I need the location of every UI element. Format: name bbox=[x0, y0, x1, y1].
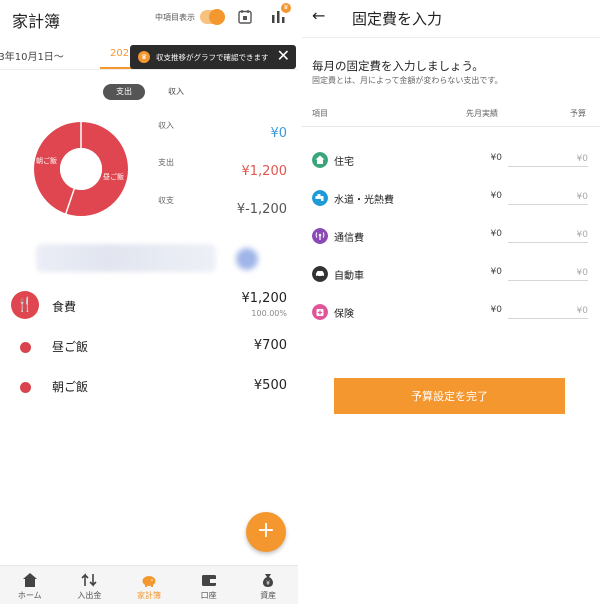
antenna-icon bbox=[312, 228, 328, 244]
category-value: ¥1,200 bbox=[241, 291, 288, 306]
income-value: ¥0 bbox=[270, 126, 287, 141]
blurred-ad-icon bbox=[236, 248, 258, 270]
toggle-knob bbox=[209, 9, 225, 25]
blurred-ad-banner bbox=[36, 244, 216, 272]
tab-income[interactable]: 収入 bbox=[161, 84, 191, 100]
close-icon[interactable]: ✕ bbox=[277, 47, 290, 65]
nav-transactions[interactable]: 入出金 bbox=[60, 566, 120, 604]
home-icon bbox=[22, 573, 37, 587]
budget-input-telecom[interactable] bbox=[508, 227, 588, 243]
add-entry-button[interactable]: + bbox=[246, 512, 286, 552]
household-book-panel: 家計簿 中項目表示 ♛ 23年10月1日〜 2023 ♛ 収支推移がグラフ bbox=[0, 0, 298, 604]
category-value: ¥500 bbox=[253, 378, 287, 393]
budget-input-housing[interactable] bbox=[508, 151, 588, 167]
budget-input-car[interactable] bbox=[508, 265, 588, 281]
fixed-cost-row-car: 自動車 ¥0 bbox=[302, 265, 600, 292]
nav-label: 入出金 bbox=[77, 591, 102, 600]
category-name: 昼ご飯 bbox=[52, 340, 89, 354]
fixed-cost-row-telecom: 通信費 ¥0 bbox=[302, 227, 600, 254]
house-icon bbox=[312, 152, 328, 168]
category-value: ¥700 bbox=[253, 338, 287, 353]
money-bag-icon: ¥ bbox=[263, 574, 274, 587]
category-row-breakfast[interactable]: 朝ご飯 ¥500 bbox=[0, 378, 298, 412]
prev-month-value: ¥0 bbox=[490, 229, 502, 239]
fixed-cost-panel: ← 固定費を入力 毎月の固定費を入力しましょう。 固定費とは、月によって金額が変… bbox=[302, 0, 600, 604]
page-title: 固定費を入力 bbox=[352, 10, 443, 28]
expense-donut-chart[interactable] bbox=[32, 120, 130, 218]
fixed-cost-row-utilities: 水道・光熱費 ¥0 bbox=[302, 189, 600, 216]
faucet-icon bbox=[312, 190, 328, 206]
donut-label-breakfast: 朝ご飯 bbox=[36, 157, 57, 165]
category-percent: 100.00% bbox=[251, 309, 287, 318]
car-icon bbox=[312, 266, 328, 282]
nav-label: 家計簿 bbox=[136, 591, 161, 600]
column-header-budget: 予算 bbox=[570, 109, 586, 118]
balance-label: 収支 bbox=[158, 196, 174, 205]
subcategory-toggle-label: 中項目表示 bbox=[155, 13, 195, 22]
fixed-cost-name: 住宅 bbox=[334, 157, 354, 168]
income-label: 収入 bbox=[158, 121, 174, 130]
piggy-bank-icon bbox=[142, 576, 156, 587]
app-header: ← 固定費を入力 bbox=[302, 0, 600, 38]
balance-value: ¥-1,200 bbox=[236, 202, 287, 217]
fixed-cost-name: 通信費 bbox=[334, 233, 364, 244]
lead-text: 毎月の固定費を入力しましょう。 bbox=[312, 59, 484, 73]
nav-label: 資産 bbox=[260, 591, 277, 600]
nav-label: 口座 bbox=[200, 591, 217, 600]
category-name: 朝ご飯 bbox=[52, 380, 89, 394]
calendar-icon[interactable] bbox=[238, 9, 252, 24]
bottom-nav: ホーム 入出金 家計簿 口座 ¥ 資産 bbox=[0, 565, 298, 604]
nav-assets[interactable]: ¥ 資産 bbox=[238, 566, 298, 604]
transfer-icon bbox=[81, 573, 97, 587]
period-prev[interactable]: 23年10月1日〜 bbox=[0, 48, 64, 63]
graph-tooltip: ♛ 収支推移がグラフで確認できます ✕ bbox=[130, 45, 296, 69]
back-arrow-icon[interactable]: ← bbox=[312, 6, 325, 25]
nav-label: ホーム bbox=[17, 591, 42, 600]
complete-budget-button[interactable]: 予算設定を完了 bbox=[334, 378, 565, 414]
nav-household-book[interactable]: 家計簿 bbox=[119, 566, 179, 604]
prev-month-value: ¥0 bbox=[490, 305, 502, 315]
expense-value: ¥1,200 bbox=[241, 164, 288, 179]
fixed-cost-name: 水道・光熱費 bbox=[334, 195, 394, 206]
crown-badge-icon: ♛ bbox=[281, 3, 291, 13]
tab-expense[interactable]: 支出 bbox=[103, 84, 145, 100]
fork-knife-icon: 🍴 bbox=[11, 291, 39, 319]
fixed-cost-row-insurance: 保険 ¥0 bbox=[302, 303, 600, 330]
prev-month-value: ¥0 bbox=[490, 191, 502, 201]
budget-input-insurance[interactable] bbox=[508, 303, 588, 319]
category-color-dot bbox=[20, 382, 31, 393]
prev-month-value: ¥0 bbox=[490, 153, 502, 163]
app-header: 家計簿 中項目表示 ♛ bbox=[0, 0, 298, 38]
category-row-lunch[interactable]: 昼ご飯 ¥700 bbox=[0, 338, 298, 372]
fixed-cost-name: 自動車 bbox=[334, 271, 364, 282]
svg-text:¥: ¥ bbox=[266, 580, 270, 587]
wallet-icon bbox=[201, 575, 216, 586]
tooltip-text: 収支推移がグラフで確認できます bbox=[156, 53, 269, 62]
screen: 家計簿 中項目表示 ♛ 23年10月1日〜 2023 ♛ 収支推移がグラフ bbox=[0, 0, 600, 604]
column-header-item: 項目 bbox=[312, 109, 328, 118]
sub-text: 固定費とは、月によって金額が変わらない支出です。 bbox=[312, 76, 503, 85]
fixed-cost-name: 保険 bbox=[334, 309, 354, 320]
category-color-dot bbox=[20, 342, 31, 353]
budget-input-utilities[interactable] bbox=[508, 189, 588, 205]
donut-label-lunch: 昼ご飯 bbox=[103, 173, 124, 181]
insurance-icon bbox=[312, 304, 328, 320]
crown-icon: ♛ bbox=[138, 51, 150, 63]
nav-home[interactable]: ホーム bbox=[0, 566, 60, 604]
expense-label: 支出 bbox=[158, 158, 174, 167]
subcategory-toggle[interactable] bbox=[200, 9, 225, 25]
prev-month-value: ¥0 bbox=[490, 267, 502, 277]
page-title: 家計簿 bbox=[12, 12, 61, 31]
header-divider bbox=[302, 126, 600, 127]
nav-accounts[interactable]: 口座 bbox=[179, 566, 239, 604]
category-row-food[interactable]: 🍴 食費 ¥1,200 100.00% bbox=[0, 291, 298, 325]
column-header-prev: 先月実績 bbox=[466, 109, 498, 118]
fixed-cost-row-housing: 住宅 ¥0 bbox=[302, 151, 600, 178]
category-name: 食費 bbox=[52, 300, 77, 314]
